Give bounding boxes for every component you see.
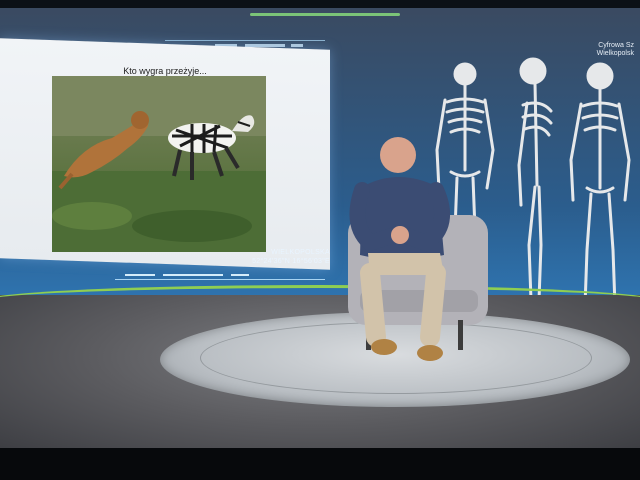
presenter-body — [349, 137, 450, 361]
skeleton-side — [513, 57, 553, 304]
top-green-light — [250, 13, 400, 16]
hud-segment — [125, 274, 155, 276]
slide-title: Kto wygra przeżyje... — [123, 66, 207, 76]
tv-studio-scene: Cyfrowa Sz Wielkopolsk Kto wygra przeżyj… — [0, 0, 640, 480]
channel-logo-line2: Wielkopolsk — [596, 50, 634, 57]
hud-segment — [291, 44, 303, 47]
photo-bush — [132, 210, 252, 242]
floor-green-arc — [0, 285, 640, 318]
photo-background — [52, 76, 266, 136]
lion-zebra-photo — [52, 76, 266, 252]
hud-segment — [231, 274, 249, 276]
channel-logo: Cyfrowa Sz Wielkopolsk — [597, 42, 634, 58]
photo-bush — [52, 202, 132, 230]
location-caption: WIELKOPOLSKA 52°24'36"N 16°56'03"E — [230, 248, 330, 266]
hud-segment — [163, 274, 223, 276]
skeleton-back — [569, 62, 631, 310]
location-coordinates: 52°24'36"N 16°56'03"E — [252, 258, 330, 265]
photo-illustration — [52, 76, 266, 252]
location-region: WIELKOPOLSKA — [271, 249, 330, 256]
channel-logo-line1: Cyfrowa Sz — [598, 42, 634, 49]
hud-bottom-decoration — [115, 267, 325, 280]
presenter-seated — [348, 137, 488, 361]
tv-bezel-bottom — [0, 448, 640, 480]
